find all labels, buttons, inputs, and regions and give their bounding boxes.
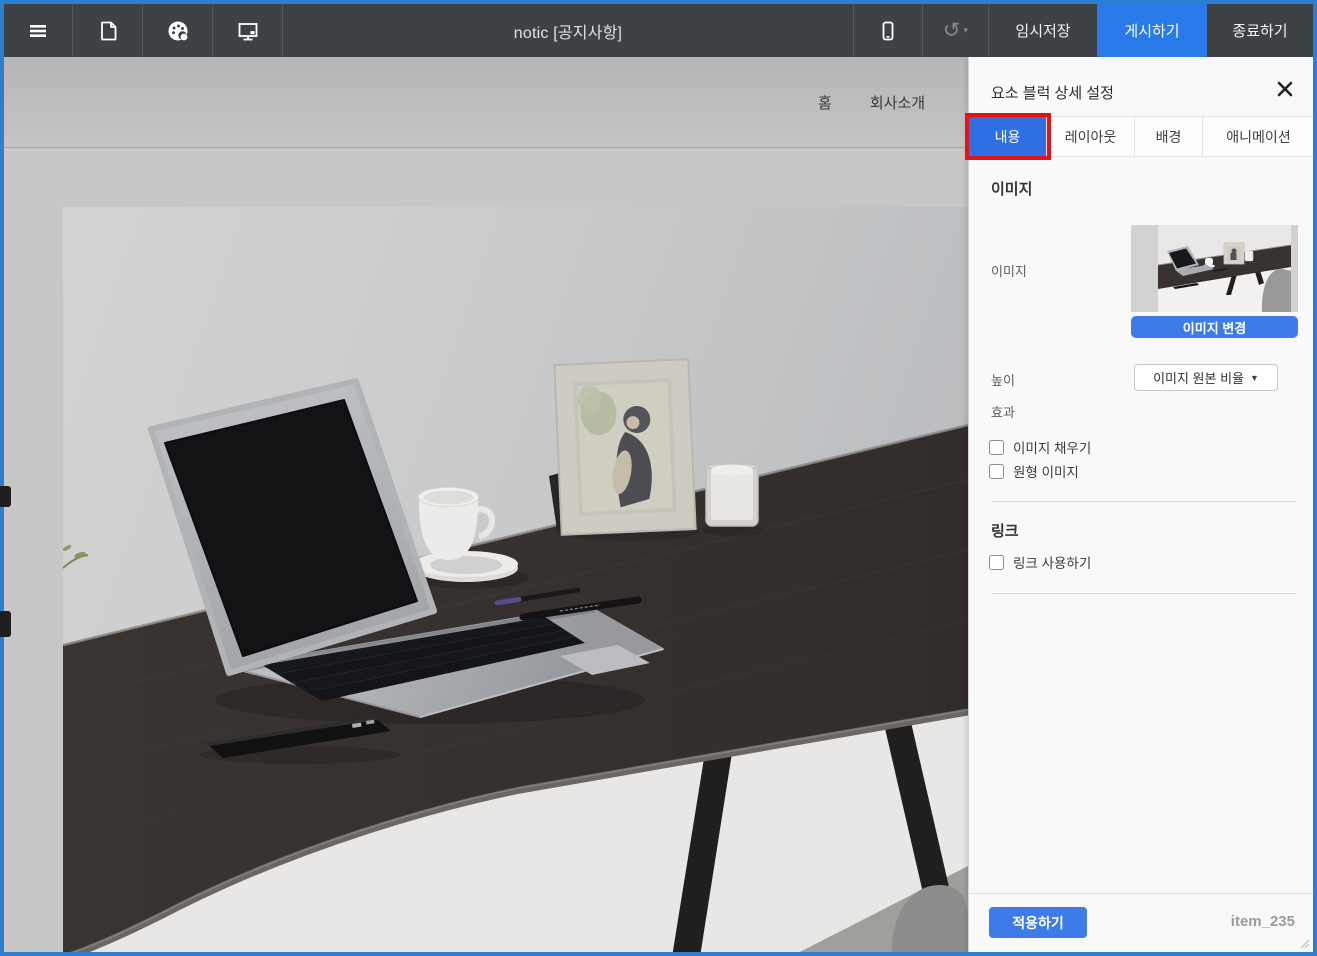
left-edge-handle [0,486,11,507]
footer-divider [969,893,1313,894]
publish-button[interactable]: 게시하기 [1097,4,1207,57]
menu-icon [26,19,50,43]
undo-button[interactable]: ↺ ▾ [922,4,988,57]
panel-title: 요소 블럭 상세 설정 [991,82,1114,103]
mobile-preview-button[interactable] [853,4,922,57]
height-dropdown[interactable]: 이미지 원본 비율 ▼ [1134,364,1278,391]
mobile-preview-icon [876,19,900,43]
tab-animation[interactable]: 애니메이션 [1203,117,1314,156]
use-link-checkbox-row[interactable]: 링크 사용하기 [989,552,1091,572]
menu-button[interactable] [4,4,73,57]
close-icon [1275,79,1295,99]
toolbar: notic [공지사항] ↺ ▾ 임시저장 게시하기 종료하기 [4,4,1313,57]
circle-image-checkbox-row[interactable]: 원형 이미지 [989,461,1079,481]
circle-image-checkbox[interactable] [989,464,1004,479]
close-button[interactable] [1275,79,1295,99]
monitor-icon [235,18,261,44]
fill-image-checkbox-label[interactable]: 이미지 채우기 [1013,437,1091,457]
section-divider [991,501,1297,502]
exit-button[interactable]: 종료하기 [1207,4,1313,57]
image-row-label: 이미지 [991,261,1027,280]
nav-item-about[interactable]: 회사소개 [870,92,925,113]
use-link-checkbox-label[interactable]: 링크 사용하기 [1013,552,1091,572]
use-link-checkbox[interactable] [989,555,1004,570]
tab-background[interactable]: 배경 [1135,117,1203,156]
editor-window: notic [공지사항] ↺ ▾ 임시저장 게시하기 종료하기 Aenean 홈… [0,0,1317,956]
fill-image-checkbox-row[interactable]: 이미지 채우기 [989,437,1091,457]
tab-layout[interactable]: 레이아웃 [1047,117,1135,156]
resize-handle[interactable] [1298,937,1310,949]
link-section-title: 링크 [991,520,1019,541]
palette-icon [165,18,191,44]
image-section-title: 이미지 [991,178,1032,199]
settings-panel: 요소 블럭 상세 설정 내용 레이아웃 배경 애니메이션 이미지 이미지 [968,57,1313,952]
document-title: notic [공지사항] [283,4,853,57]
section-divider [991,593,1297,594]
site-nav: 홈 회사소개 [818,57,925,148]
height-dropdown-value: 이미지 원본 비율 [1153,368,1244,387]
tab-content[interactable]: 내용 [969,117,1047,156]
nav-item-home[interactable]: 홈 [818,92,832,113]
page-button[interactable] [73,4,143,57]
left-edge-handle [0,611,11,637]
undo-icon: ↺ [943,20,961,41]
hero-image-block[interactable] [63,207,968,952]
page-icon [96,19,120,43]
image-thumbnail-preview [1131,225,1298,312]
apply-button[interactable]: 적용하기 [989,907,1087,938]
height-label: 높이 [991,370,1015,389]
fill-image-checkbox[interactable] [989,440,1004,455]
theme-button[interactable] [143,4,213,57]
item-id-label: item_235 [1231,913,1295,930]
dropdown-caret-icon: ▼ [1250,373,1259,383]
change-image-button[interactable]: 이미지 변경 [1131,316,1298,338]
panel-tabs: 내용 레이아웃 배경 애니메이션 [969,116,1314,157]
effects-label: 효과 [991,402,1015,421]
undo-caret-icon: ▾ [964,25,969,36]
circle-image-checkbox-label[interactable]: 원형 이미지 [1013,461,1079,481]
desktop-preview-button[interactable] [213,4,283,57]
temp-save-button[interactable]: 임시저장 [988,4,1097,57]
image-thumbnail[interactable] [1131,225,1298,312]
